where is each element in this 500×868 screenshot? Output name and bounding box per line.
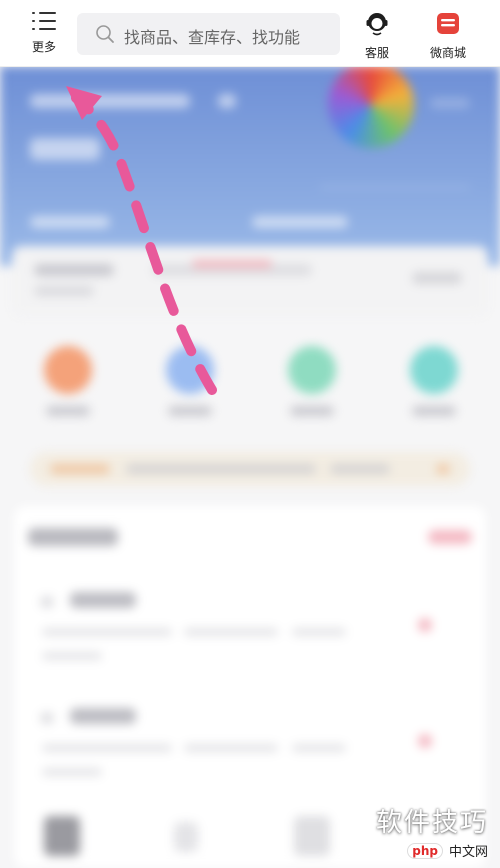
header-banner xyxy=(0,66,500,266)
customer-service-icon xyxy=(366,13,388,36)
customer-service-button[interactable]: 客服 xyxy=(355,10,399,61)
micro-mall-icon xyxy=(437,13,459,34)
customer-service-label: 客服 xyxy=(364,46,389,60)
watermark-site: 中文网 xyxy=(448,845,488,860)
more-label: 更多 xyxy=(31,40,56,54)
notice-bar xyxy=(30,452,470,486)
avatar xyxy=(328,66,414,148)
more-button[interactable]: 更多 xyxy=(18,10,70,58)
search-icon xyxy=(96,25,114,43)
micro-mall-button[interactable]: 微商城 xyxy=(420,10,476,61)
watermark-title: 软件技巧 xyxy=(375,808,488,838)
summary-card xyxy=(12,246,488,316)
menu-icon xyxy=(32,12,56,32)
search-placeholder: 找商品、查库存、找功能 xyxy=(124,28,301,47)
blurred-content xyxy=(0,66,500,868)
watermark-logo: php xyxy=(407,842,443,859)
search-input[interactable]: 找商品、查库存、找功能 xyxy=(77,13,340,55)
micro-mall-label: 微商城 xyxy=(429,46,466,60)
top-bar: 更多 找商品、查库存、找功能 客服 微商城 xyxy=(0,0,500,67)
watermark: 软件技巧 php 中文网 xyxy=(376,802,488,860)
